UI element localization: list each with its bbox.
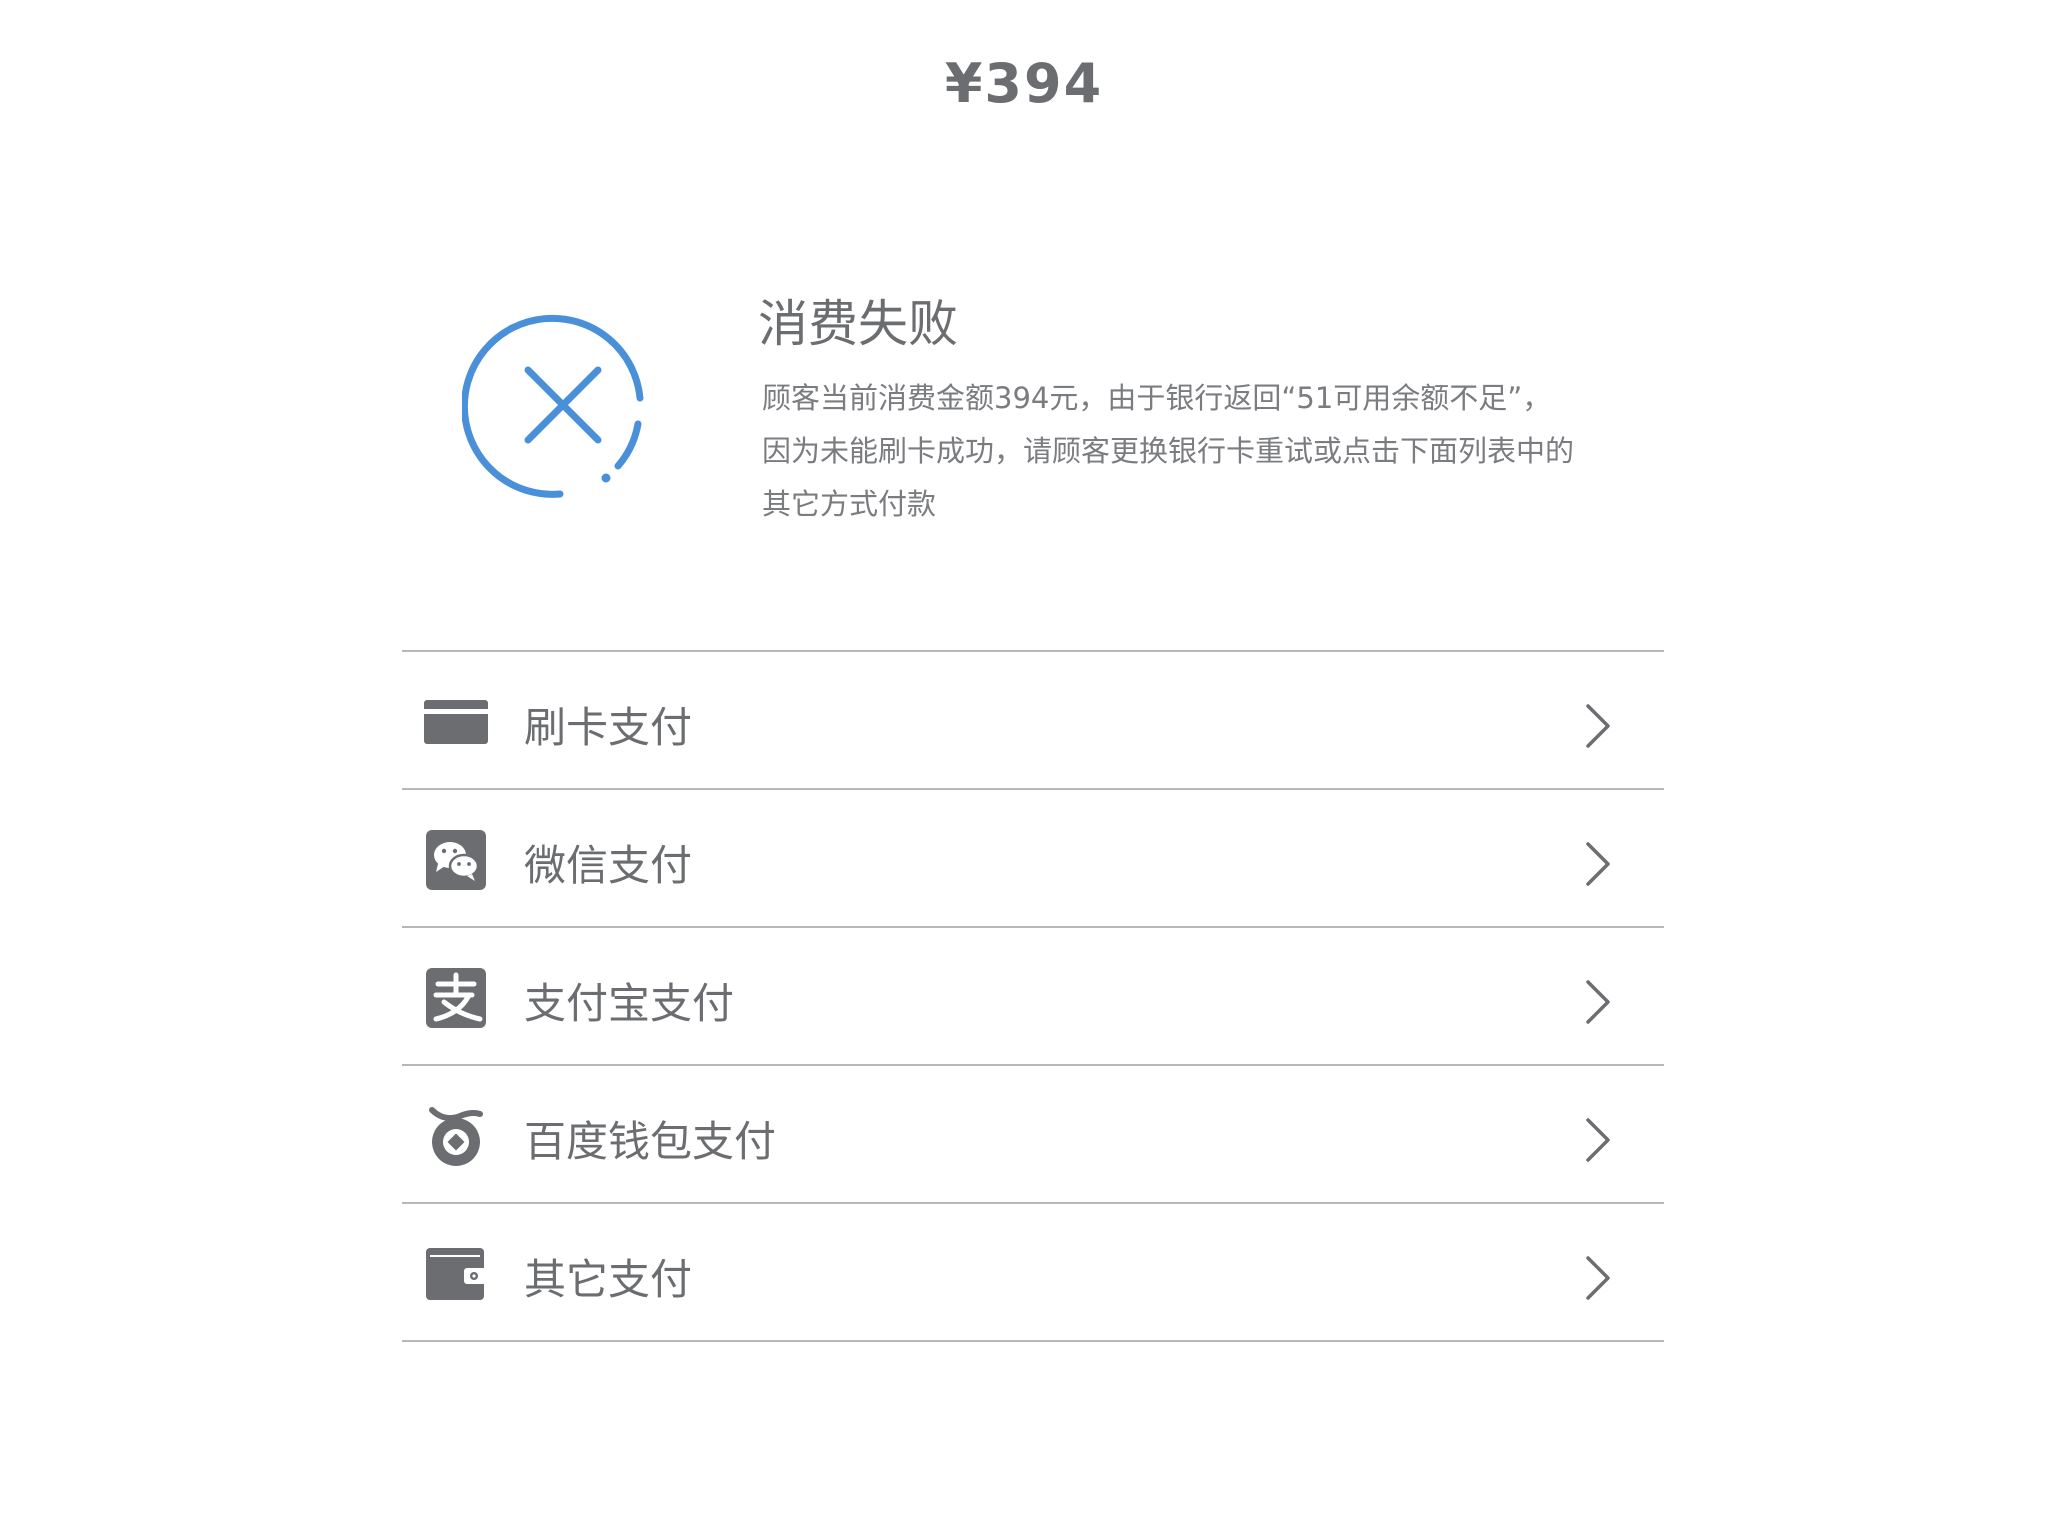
pay-option-baidu-wallet[interactable]: 百度钱包支付 [402,1066,1664,1204]
pay-option-wechat[interactable]: 微信支付 [402,790,1664,928]
status-description-line: 其它方式付款 [762,487,937,521]
chevron-right-icon [1586,1256,1610,1300]
wallet-icon [426,1248,486,1300]
status-description: 顾客当前消费金额394元，由于银行返回“51可用余额不足”， 因为未能刷卡成功，… [762,372,1662,531]
pay-option-label: 刷卡支付 [524,703,693,752]
pay-option-card[interactable]: 刷卡支付 [402,652,1664,790]
wechat-icon [426,830,486,890]
baidu-wallet-icon [429,1107,483,1166]
payment-amount: ¥394 [944,52,1104,115]
chevron-right-icon [1586,842,1610,886]
pay-option-label: 支付宝支付 [524,979,735,1028]
alipay-icon [426,968,486,1028]
pay-option-other[interactable]: 其它支付 [402,1204,1664,1342]
pay-option-alipay[interactable]: 支付宝支付 [402,928,1664,1066]
status-description-line: 顾客当前消费金额394元，由于银行返回“51可用余额不足”， [762,381,1552,415]
payment-method-list: 刷卡支付 微信支付 支付宝支付 百度钱包支付 其它支付 [402,650,1664,1342]
pay-option-label: 百度钱包支付 [524,1117,777,1166]
chevron-right-icon [1586,980,1610,1024]
close-circle-icon [462,314,644,498]
bank-card-icon [424,700,488,744]
chevron-right-icon [1586,1118,1610,1162]
pay-option-label: 其它支付 [524,1255,693,1304]
status-description-line: 因为未能刷卡成功，请顾客更换银行卡重试或点击下面列表中的 [762,434,1575,468]
pay-option-label: 微信支付 [524,841,693,890]
chevron-right-icon [1586,704,1610,748]
status-title: 消费失败 [758,295,958,353]
